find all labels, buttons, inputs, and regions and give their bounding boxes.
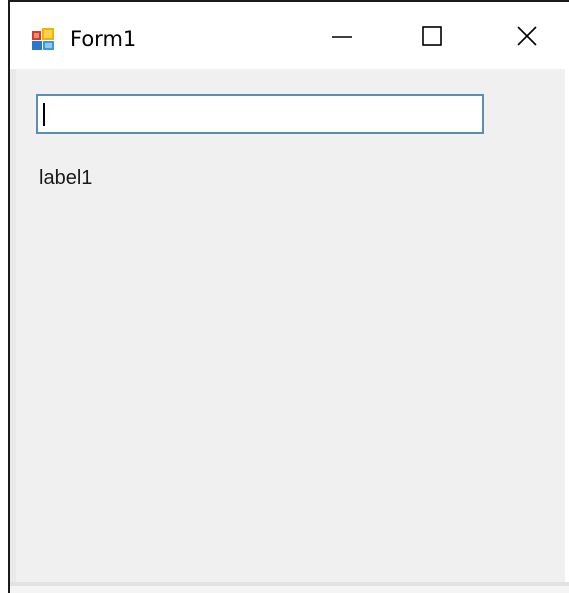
maximize-icon <box>422 25 442 46</box>
minimize-icon <box>332 35 352 38</box>
label-text: label1 <box>39 167 93 189</box>
form-window: Form1 label1 <box>0 0 569 593</box>
window-title: Form1 <box>70 27 137 51</box>
maximize-button[interactable] <box>402 2 462 69</box>
window-right-edge <box>565 69 569 582</box>
minimize-button[interactable] <box>312 2 372 69</box>
text-caret <box>43 103 45 126</box>
title-bar[interactable]: Form1 <box>10 2 569 69</box>
close-button[interactable] <box>497 2 557 69</box>
text-input[interactable] <box>36 94 484 134</box>
client-left-border <box>10 69 16 582</box>
winforms-app-icon <box>32 28 54 50</box>
close-icon <box>517 25 537 46</box>
window-bottom-strip <box>10 586 569 593</box>
client-area <box>10 69 565 582</box>
